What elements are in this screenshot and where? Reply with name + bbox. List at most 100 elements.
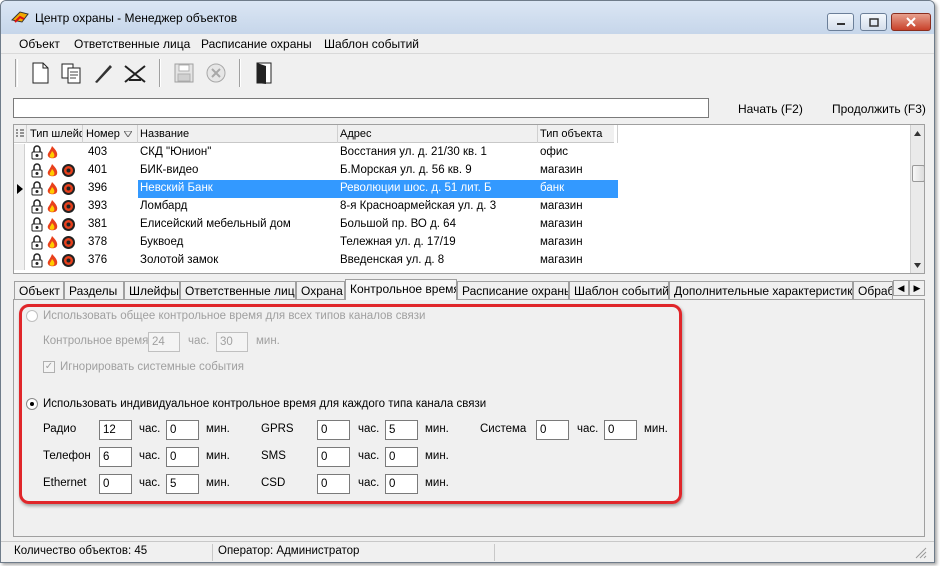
- menu-object[interactable]: Объект: [19, 37, 60, 51]
- fire-icon: [45, 253, 60, 269]
- ignore-system-events-label: Игнорировать системные события: [60, 361, 245, 373]
- tab-security-schedule[interactable]: Расписание охраны: [457, 281, 569, 299]
- tab-loops[interactable]: Шлейфы: [124, 281, 180, 299]
- table-row[interactable]: 396 Невский Банк Революции шос. д. 51 лит.…: [14, 180, 618, 198]
- channel-system-label: Система: [480, 423, 527, 435]
- table-row[interactable]: 393 Ломбард 8-я Красноармейская ул. д. 3 ма…: [14, 198, 618, 216]
- row-object-type: офис: [540, 146, 569, 158]
- tab-processing[interactable]: Обрабо: [853, 281, 893, 299]
- ignore-system-events-checkbox[interactable]: ✓: [43, 361, 55, 373]
- table-row[interactable]: 376 Золотой замок Введенская ул. д. 8 магаз…: [14, 252, 618, 270]
- row-name: БИК-видео: [140, 164, 199, 176]
- scroll-down-icon[interactable]: [911, 259, 924, 272]
- tab-scroll-right-icon[interactable]: ▶: [909, 280, 925, 296]
- fire-icon: [45, 163, 60, 179]
- system-hours-field[interactable]: [536, 420, 569, 440]
- ethernet-minutes-field[interactable]: [166, 474, 199, 494]
- current-row-arrow-icon: [17, 184, 23, 194]
- radio-minutes-field[interactable]: [166, 420, 199, 440]
- fire-icon: [45, 145, 60, 161]
- scroll-up-icon[interactable]: [911, 127, 924, 140]
- new-object-button[interactable]: [27, 59, 53, 87]
- table-scrollbar[interactable]: [910, 125, 924, 273]
- radio-hours-field[interactable]: [99, 420, 132, 440]
- table-row[interactable]: 381 Елисейский мебельный дом Большой пр. В…: [14, 216, 618, 234]
- row-number: 403: [88, 146, 108, 158]
- exit-button[interactable]: [251, 59, 277, 87]
- row-address: Б.Морская ул. д. 56 кв. 9: [340, 164, 472, 176]
- start-search-button[interactable]: Начать (F2): [738, 102, 803, 116]
- individual-time-radio[interactable]: [26, 398, 38, 410]
- system-minutes-field[interactable]: [604, 420, 637, 440]
- gprs-minutes-field[interactable]: [385, 420, 418, 440]
- common-time-radio[interactable]: [26, 310, 38, 322]
- common-minutes-field[interactable]: [216, 332, 248, 352]
- scroll-thumb[interactable]: [912, 165, 924, 182]
- tab-event-template[interactable]: Шаблон событий: [569, 281, 669, 299]
- maximize-button[interactable]: [860, 13, 887, 31]
- save-button[interactable]: [171, 59, 197, 87]
- column-chooser-icon[interactable]: [14, 125, 27, 143]
- hours-unit-label: час.: [139, 477, 161, 489]
- cancel-button[interactable]: [203, 59, 229, 87]
- csd-hours-field[interactable]: [317, 474, 350, 494]
- table-row[interactable]: 401 БИК-видео Б.Морская ул. д. 56 кв. 9 маг…: [14, 162, 618, 180]
- save-icon: [174, 63, 194, 83]
- delete-object-button[interactable]: [122, 59, 148, 87]
- close-button[interactable]: [891, 13, 931, 31]
- tab-control-time[interactable]: Контрольное время: [345, 279, 457, 300]
- row-number: 378: [88, 236, 108, 248]
- target-icon: [61, 181, 76, 197]
- title-bar: Центр охраны - Менеджер объектов: [1, 1, 934, 34]
- continue-search-button[interactable]: Продолжить (F3): [832, 102, 926, 116]
- tab-security[interactable]: Охрана: [296, 281, 345, 299]
- minutes-unit-label: мин.: [256, 335, 280, 347]
- tab-partitions[interactable]: Разделы: [64, 281, 124, 299]
- column-header-object-type[interactable]: Тип объекта: [538, 125, 618, 143]
- minimize-button[interactable]: [827, 13, 854, 31]
- edit-object-button[interactable]: [90, 59, 116, 87]
- channel-gprs-label: GPRS: [261, 423, 294, 435]
- menu-responsible-persons[interactable]: Ответственные лица: [74, 37, 190, 51]
- tab-scroll-left-icon[interactable]: ◀: [893, 280, 909, 296]
- tab-additional-characteristics[interactable]: Дополнительные характеристики: [669, 281, 853, 299]
- telephone-minutes-field[interactable]: [166, 447, 199, 467]
- lock-icon: [30, 163, 44, 179]
- tab-object[interactable]: Объект: [14, 281, 64, 299]
- resize-grip-icon[interactable]: [913, 545, 927, 559]
- column-header-address[interactable]: Адрес: [338, 125, 538, 143]
- individual-time-option-label: Использовать индивидуальное контрольное …: [43, 398, 487, 410]
- column-header-number[interactable]: Номер: [84, 125, 138, 143]
- loop-type-icons: [30, 199, 78, 215]
- table-row[interactable]: 403 СКД "Юнион" Восстания ул. д. 21/30 кв.…: [14, 144, 618, 162]
- row-name: Елисейский мебельный дом: [140, 218, 291, 230]
- common-time-label: Контрольное время: [43, 335, 149, 347]
- window-title: Центр охраны - Менеджер объектов: [35, 11, 238, 25]
- lock-icon: [30, 235, 44, 251]
- close-icon: [906, 17, 916, 27]
- menu-event-template[interactable]: Шаблон событий: [324, 37, 419, 51]
- menu-security-schedule[interactable]: Расписание охраны: [201, 37, 312, 51]
- search-input[interactable]: [13, 98, 709, 118]
- sms-minutes-field[interactable]: [385, 447, 418, 467]
- row-name: Невский Банк: [138, 180, 338, 198]
- minimize-icon: [836, 23, 845, 25]
- row-address: Революции шос. д. 51 лит. Б: [338, 180, 538, 198]
- tab-responsible-persons[interactable]: Ответственные лица: [180, 281, 296, 299]
- column-header-name[interactable]: Название: [138, 125, 338, 143]
- target-icon: [61, 253, 76, 269]
- lock-icon: [30, 199, 44, 215]
- row-indicator: [14, 252, 25, 270]
- table-row[interactable]: 378 Буквоед Тележная ул. д. 17/19 магазин: [14, 234, 618, 252]
- csd-minutes-field[interactable]: [385, 474, 418, 494]
- hours-unit-label: час.: [358, 423, 380, 435]
- ethernet-hours-field[interactable]: [99, 474, 132, 494]
- sms-hours-field[interactable]: [317, 447, 350, 467]
- copy-object-button[interactable]: [58, 59, 84, 87]
- common-hours-field[interactable]: [148, 332, 180, 352]
- objects-count: Количество объектов: 45: [11, 544, 213, 561]
- gprs-hours-field[interactable]: [317, 420, 350, 440]
- column-header-loop-type[interactable]: Тип шлейфов: [28, 125, 83, 143]
- telephone-hours-field[interactable]: [99, 447, 132, 467]
- row-object-type: магазин: [540, 164, 583, 176]
